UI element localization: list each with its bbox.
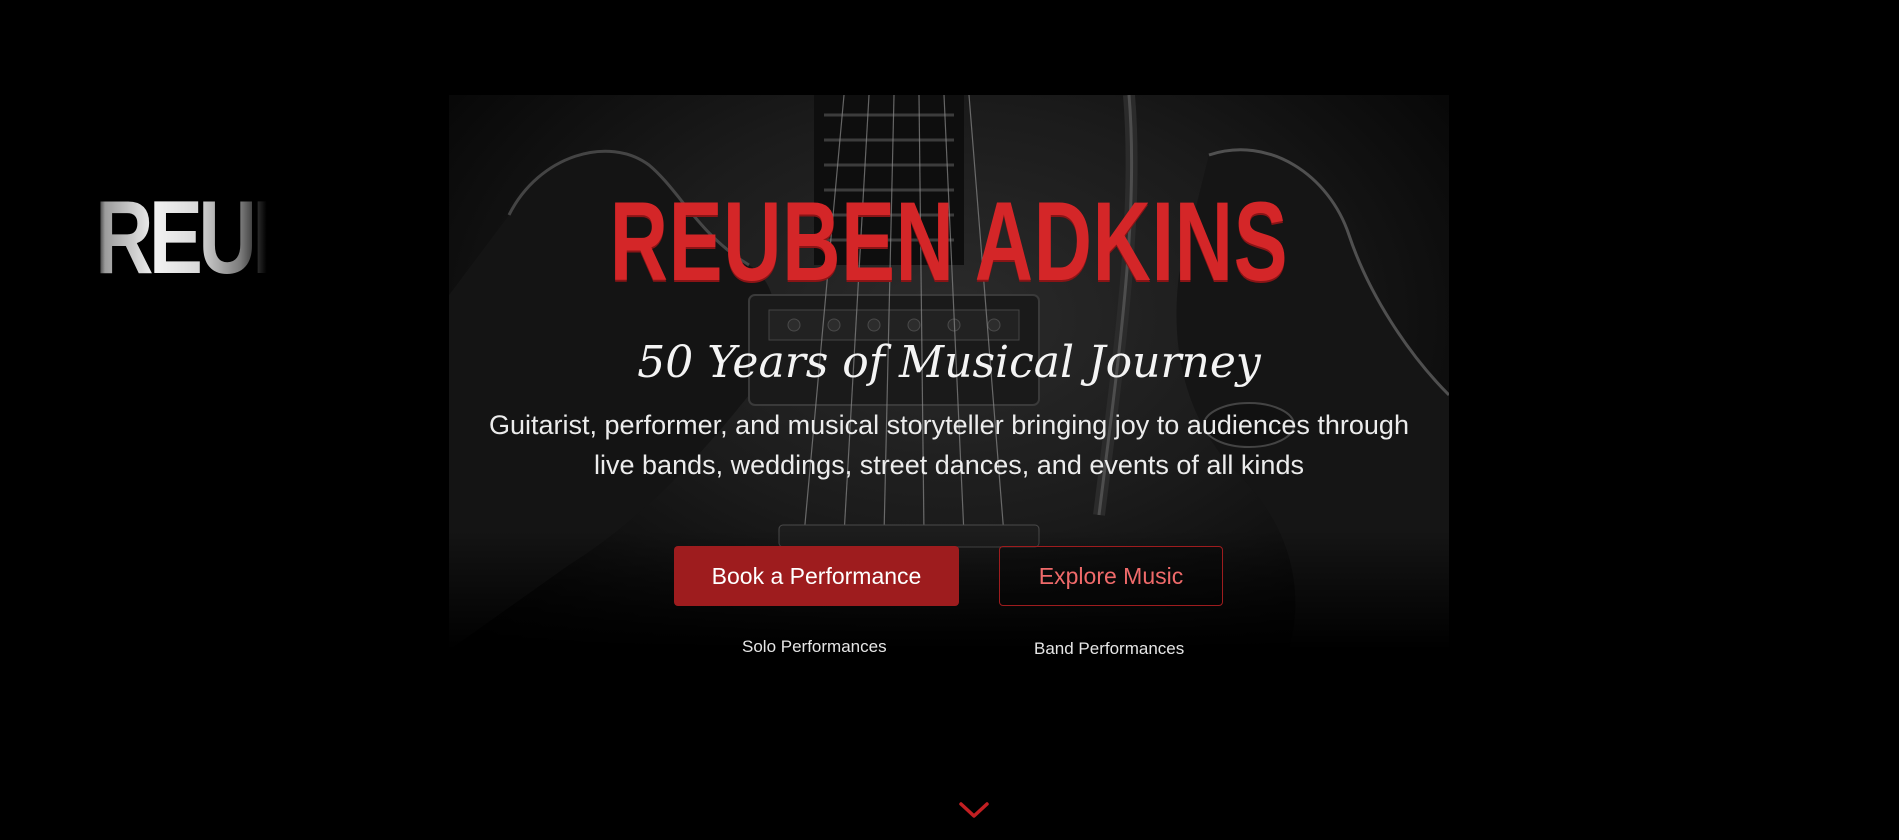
side-fragment-fade bbox=[95, 188, 105, 288]
explore-music-button[interactable]: Explore Music bbox=[999, 546, 1223, 606]
solo-performances-caption: Solo Performances bbox=[742, 637, 887, 656]
hero-description: Guitarist, performer, and musical storyt… bbox=[489, 410, 1409, 480]
page: REUBEN bbox=[0, 0, 1899, 840]
side-title-fragment: REUBEN bbox=[95, 188, 267, 288]
hero-title: REUBEN ADKINS bbox=[609, 179, 1289, 304]
hero-subtitle: 50 Years of Musical Journey bbox=[637, 337, 1261, 388]
chevron-down-icon bbox=[959, 802, 989, 818]
band-performances-caption: Band Performances bbox=[1034, 639, 1185, 658]
scroll-down-button[interactable] bbox=[958, 800, 990, 820]
book-performance-button[interactable]: Book a Performance bbox=[674, 546, 959, 606]
